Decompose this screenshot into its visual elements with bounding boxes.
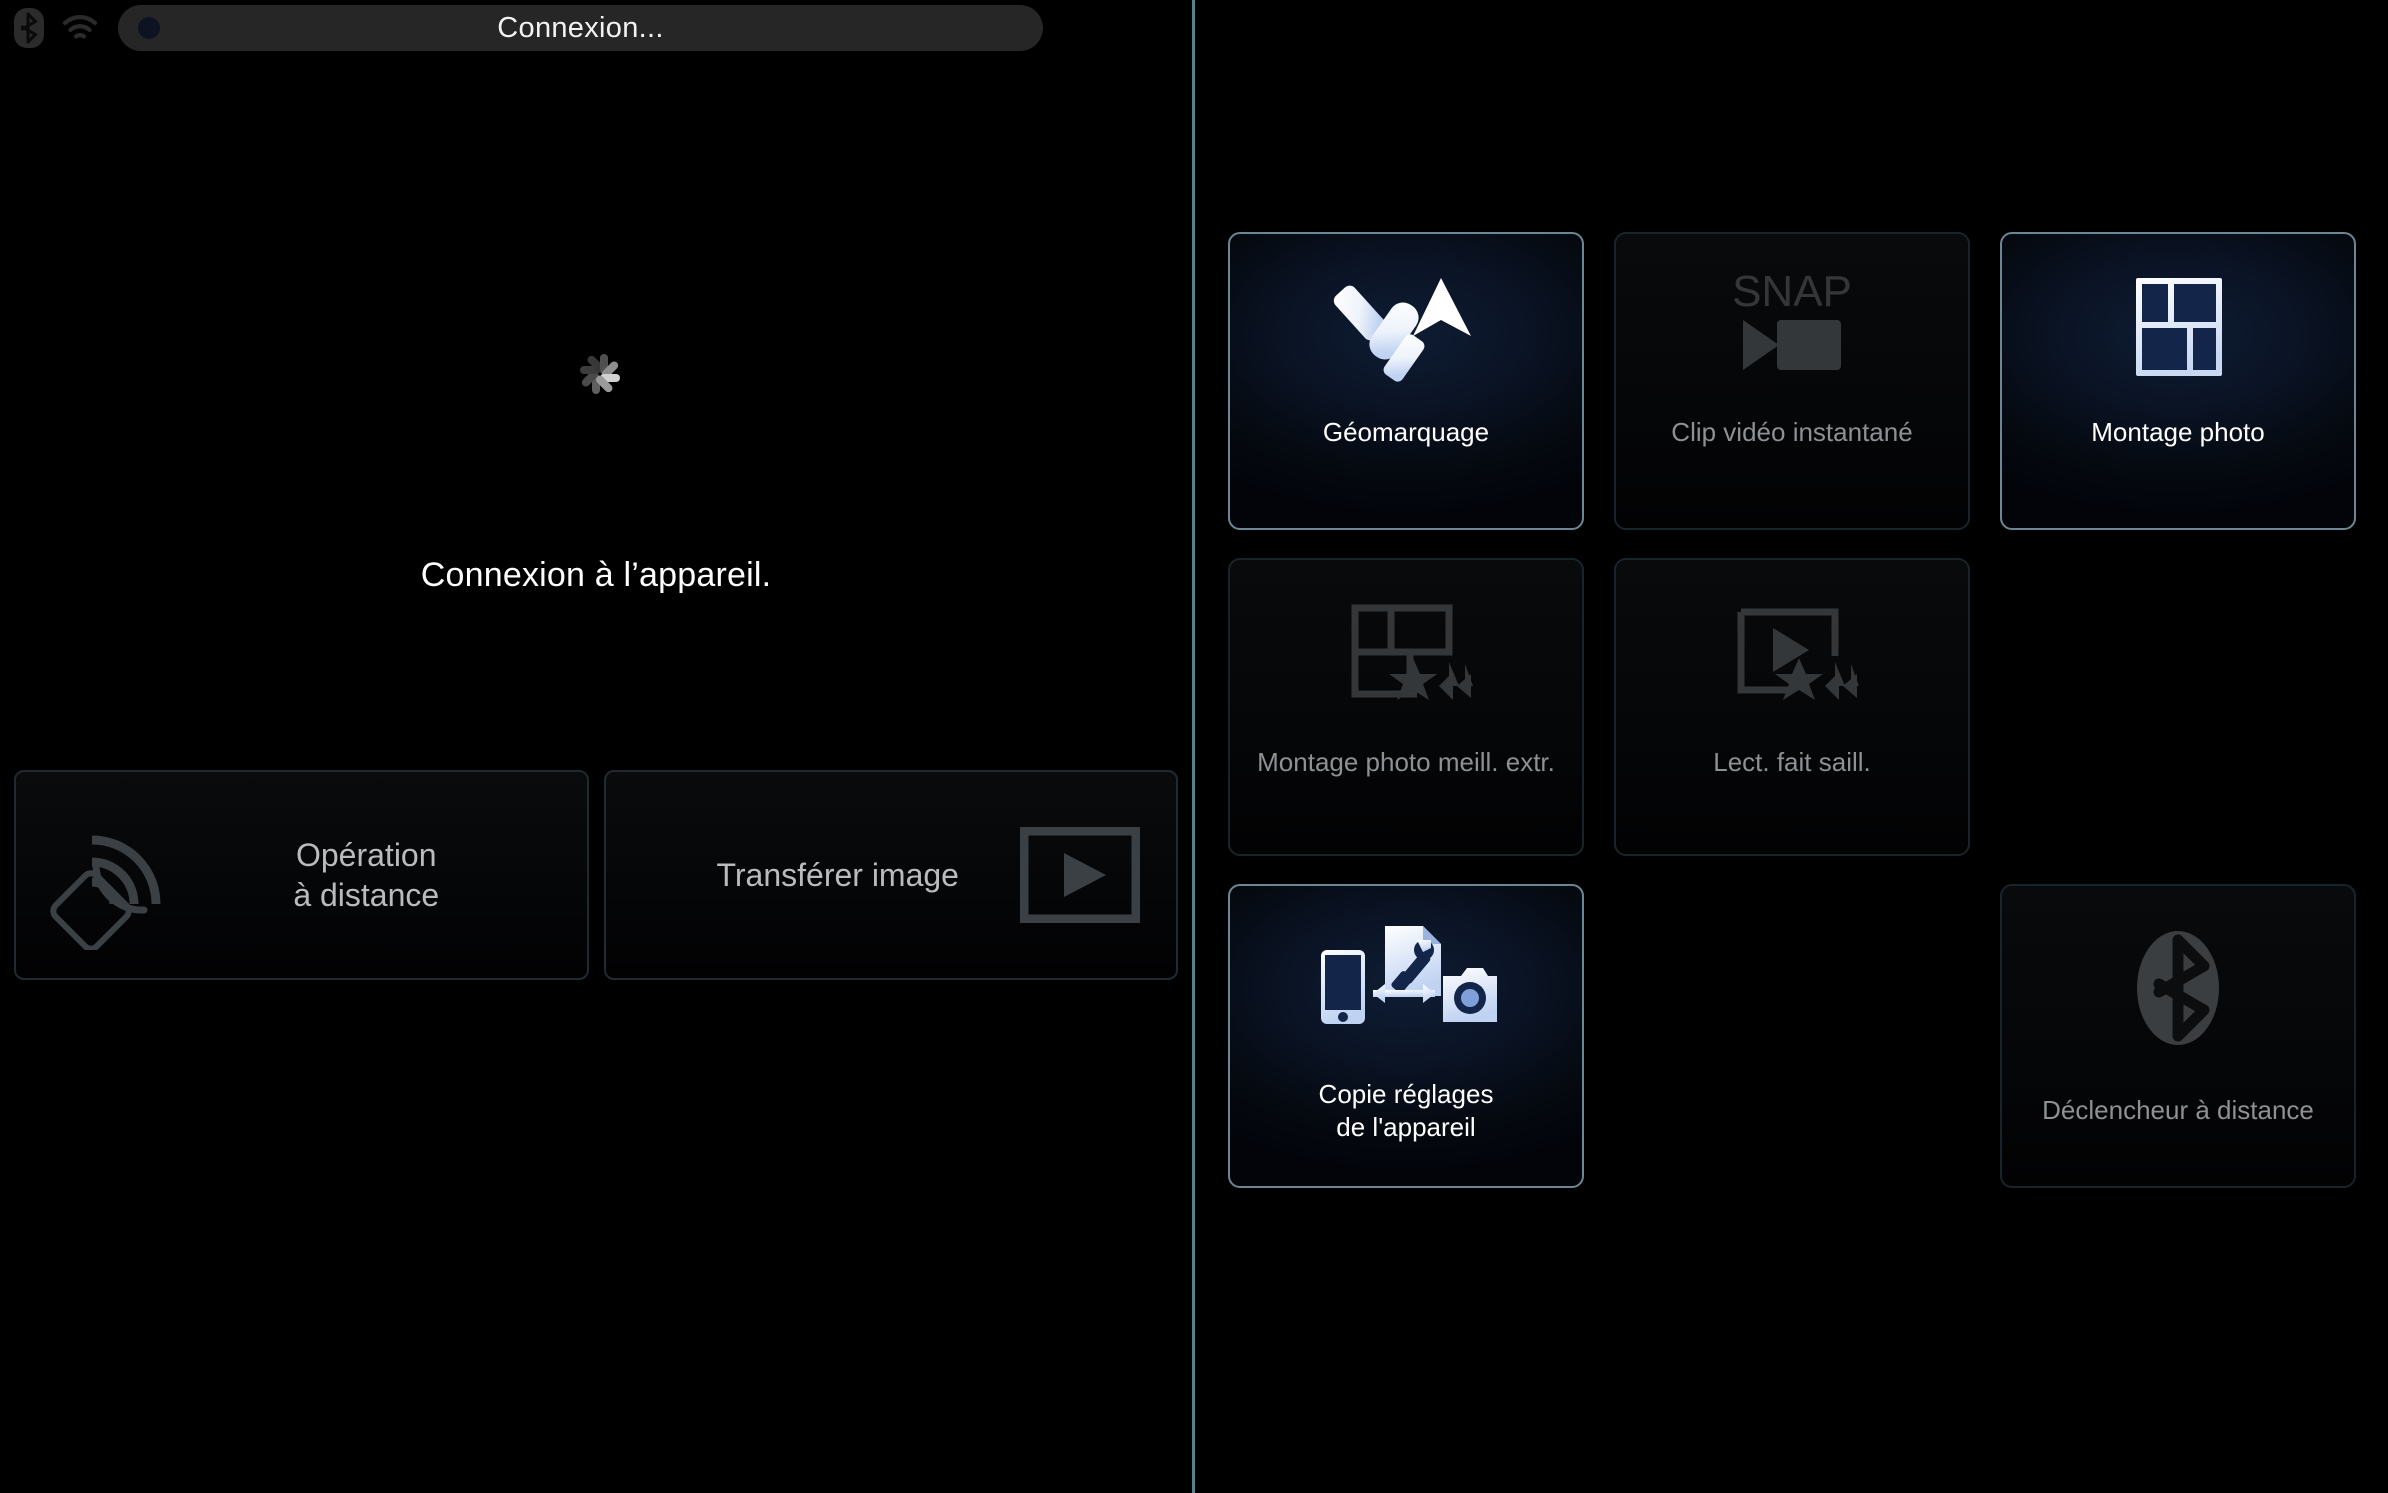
collage-stars-icon (1331, 590, 1481, 720)
remote-control-icon (36, 800, 196, 952)
feature-tile-grid: Géomarquage SNAP Clip vidéo instantané M… (1228, 232, 2356, 1188)
satellite-navigation-icon (1331, 264, 1481, 394)
play-frame-icon (1019, 826, 1141, 924)
svg-text:SNAP: SNAP (1732, 267, 1852, 316)
tile-photo-collage-label: Montage photo (2091, 417, 2265, 447)
app-root: Connexion... Connexion à l’appareil. Opé… (0, 0, 2388, 1493)
left-action-buttons: Opération à distance Transférer image (14, 770, 1178, 980)
tile-bluetooth-remote-release[interactable]: Déclencheur à distance (2000, 884, 2356, 1188)
tile-bluetooth-remote-release-label: Déclencheur à distance (2042, 1095, 2314, 1125)
transfer-image-label: Transférer image (716, 857, 959, 893)
tile-copy-camera-settings[interactable]: Copie réglages de l'appareil (1228, 884, 1584, 1188)
tile-best-moment-collage-label: Montage photo meill. extr. (1257, 747, 1555, 777)
photo-collage-grid-icon (2103, 264, 2253, 394)
status-bar: Connexion... (0, 0, 1192, 56)
remote-operation-label-line2: à distance (293, 877, 440, 913)
tile-copy-camera-settings-label: Copie réglages de l'appareil (1309, 1078, 1504, 1145)
left-panel: Connexion à l’appareil. Opération à dist… (0, 56, 1192, 1493)
tile-snap-movie[interactable]: SNAP Clip vidéo instantané (1614, 232, 1970, 530)
connection-message: Connexion à l’appareil. (420, 556, 772, 594)
snap-video-camera-icon: SNAP (1717, 264, 1867, 394)
remote-operation-label-line1: Opération (295, 837, 437, 873)
tile-highlight-playback[interactable]: Lect. fait saill. (1614, 558, 1970, 856)
phone-camera-settings-icon (1311, 922, 1501, 1052)
tile-copy-camera-settings-label-line1: Copie réglages (1318, 1079, 1494, 1109)
right-panel: Géomarquage SNAP Clip vidéo instantané M… (1195, 0, 2388, 1493)
remote-operation-button[interactable]: Opération à distance (14, 770, 589, 980)
bluetooth-icon (14, 8, 44, 48)
play-stars-icon (1717, 590, 1867, 720)
recording-dot (138, 17, 160, 39)
connection-title-pill: Connexion... (118, 5, 1043, 51)
tile-photo-collage[interactable]: Montage photo (2000, 232, 2356, 530)
status-icon-group (14, 8, 98, 48)
tile-geotagging-label: Géomarquage (1322, 417, 1490, 447)
tile-best-moment-collage[interactable]: Montage photo meill. extr. (1228, 558, 1584, 856)
bluetooth-icon (2103, 926, 2253, 1056)
tile-snap-movie-label: Clip vidéo instantané (1671, 417, 1913, 447)
tile-empty-slot-1 (2000, 558, 2356, 856)
wifi-icon (62, 13, 98, 43)
tile-highlight-playback-label: Lect. fait saill. (1713, 747, 1871, 777)
transfer-image-button[interactable]: Transférer image (603, 770, 1178, 980)
remote-operation-label: Opération à distance (196, 835, 537, 915)
page-title: Connexion... (497, 11, 664, 44)
loading-spinner (567, 345, 625, 403)
tile-geotagging[interactable]: Géomarquage (1228, 232, 1584, 530)
tile-empty-slot-2 (1614, 884, 1970, 1188)
tile-copy-camera-settings-label-line2: de l'appareil (1336, 1112, 1476, 1143)
